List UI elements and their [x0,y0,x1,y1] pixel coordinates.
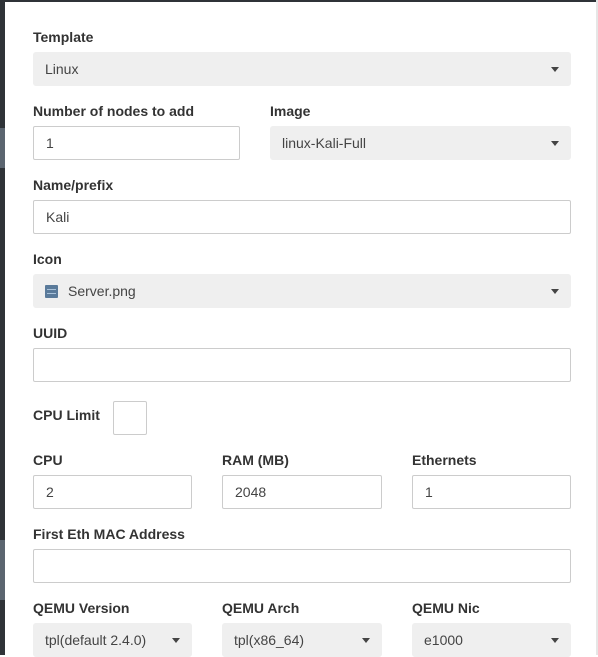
chevron-down-icon [551,289,559,294]
nodes-input[interactable]: 1 [33,126,240,160]
chevron-down-icon [551,638,559,643]
ram-input[interactable]: 2048 [222,475,382,509]
qemu-nic-label: QEMU Nic [412,600,480,616]
uuid-label: UUID [33,325,68,341]
qemu-arch-select[interactable]: tpl(x86_64) [222,623,382,657]
background-panel-edge [0,0,5,655]
cpu-input[interactable]: 2 [33,475,192,509]
chevron-down-icon [362,638,370,643]
qemu-nic-value: e1000 [424,632,463,648]
server-icon [45,285,58,298]
ethernets-input[interactable]: 1 [412,475,571,509]
icon-value: Server.png [68,283,136,299]
ethernets-label: Ethernets [412,452,477,468]
cpu-limit-checkbox[interactable] [113,401,147,435]
icon-select[interactable]: Server.png [33,274,571,308]
template-label: Template [33,29,94,45]
name-label: Name/prefix [33,177,114,193]
image-value: linux-Kali-Full [282,135,367,151]
image-label: Image [270,103,311,119]
chevron-down-icon [551,141,559,146]
window-top-border [0,0,598,2]
qemu-arch-value: tpl(x86_64) [234,632,305,648]
chevron-down-icon [551,67,559,72]
chevron-down-icon [172,638,180,643]
qemu-version-select[interactable]: tpl(default 2.4.0) [33,623,192,657]
name-input[interactable]: Kali [33,200,571,234]
mac-input[interactable] [33,549,571,583]
cpu-limit-label: CPU Limit [33,407,100,423]
template-select[interactable]: Linux [33,52,571,86]
uuid-input[interactable] [33,348,571,382]
qemu-version-value: tpl(default 2.4.0) [45,632,147,648]
qemu-arch-label: QEMU Arch [222,600,300,616]
ram-label: RAM (MB) [222,452,289,468]
nodes-label: Number of nodes to add [33,103,194,119]
mac-label: First Eth MAC Address [33,526,185,542]
cpu-label: CPU [33,452,63,468]
icon-label: Icon [33,251,62,267]
template-value: Linux [45,61,79,77]
image-select[interactable]: linux-Kali-Full [270,126,571,160]
qemu-version-label: QEMU Version [33,600,130,616]
qemu-nic-select[interactable]: e1000 [412,623,571,657]
